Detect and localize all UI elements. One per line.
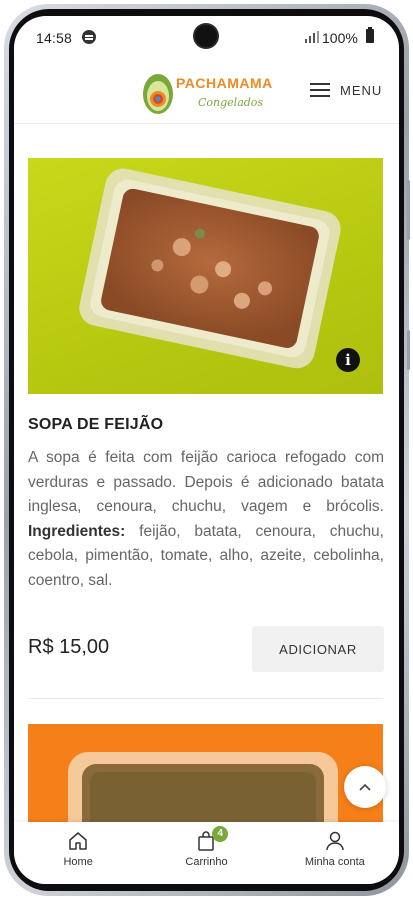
status-bar: 14:58 100% [14, 16, 399, 56]
product-title[interactable]: SOPA DE FEIJÃO [28, 416, 163, 434]
signal-icon [305, 31, 319, 43]
site-header: PACHAMAMA Congelados MENU [14, 56, 399, 124]
ingredients-label: Ingredientes: [28, 522, 126, 540]
menu-label: MENU [340, 82, 383, 98]
nav-home-label: Home [63, 856, 93, 868]
svg-text:PACHAMAMA: PACHAMAMA [176, 75, 273, 91]
nav-account-label: Minha conta [304, 856, 365, 868]
menu-button[interactable]: MENU [310, 78, 382, 102]
power-button [407, 330, 410, 370]
cart-count-badge: 4 [212, 826, 229, 842]
chevron-up-icon [359, 783, 371, 791]
user-icon [326, 831, 344, 851]
nav-account[interactable]: Minha conta [271, 822, 399, 884]
notification-icon [82, 30, 96, 44]
nav-cart[interactable]: 4 Carrinho [142, 822, 270, 884]
description-text: A sopa é feita com feijão carioca refoga… [28, 449, 384, 515]
brand-logo[interactable]: PACHAMAMA Congelados [140, 62, 280, 120]
product-image[interactable]: i [28, 158, 383, 394]
front-camera [195, 25, 217, 47]
battery-icon [366, 27, 374, 43]
nav-home[interactable]: Home [14, 822, 142, 884]
volume-button [407, 180, 410, 240]
product-price: R$ 15,00 [28, 636, 110, 658]
nav-cart-label: Carrinho [185, 856, 228, 868]
svg-text:Congelados: Congelados [198, 96, 263, 109]
product-description: A sopa é feita com feijão carioca refoga… [28, 446, 384, 593]
screen: 14:58 100% PACHAMAMA Congelados MENU i S… [14, 16, 399, 884]
battery-percent: 100% [322, 30, 358, 46]
divider [28, 698, 383, 699]
bottom-navigation: Home 4 Carrinho Minha conta [14, 822, 399, 884]
info-icon[interactable]: i [336, 348, 360, 372]
soup-container-image [79, 168, 341, 369]
hamburger-icon [310, 83, 330, 97]
avocado-logo-icon: PACHAMAMA Congelados [143, 74, 273, 114]
home-icon [69, 832, 87, 850]
phone-frame: 14:58 100% PACHAMAMA Congelados MENU i S… [0, 0, 413, 900]
add-to-cart-button[interactable]: ADICIONAR [252, 626, 384, 672]
status-time: 14:58 [36, 30, 73, 46]
scroll-to-top-button[interactable] [344, 766, 386, 808]
